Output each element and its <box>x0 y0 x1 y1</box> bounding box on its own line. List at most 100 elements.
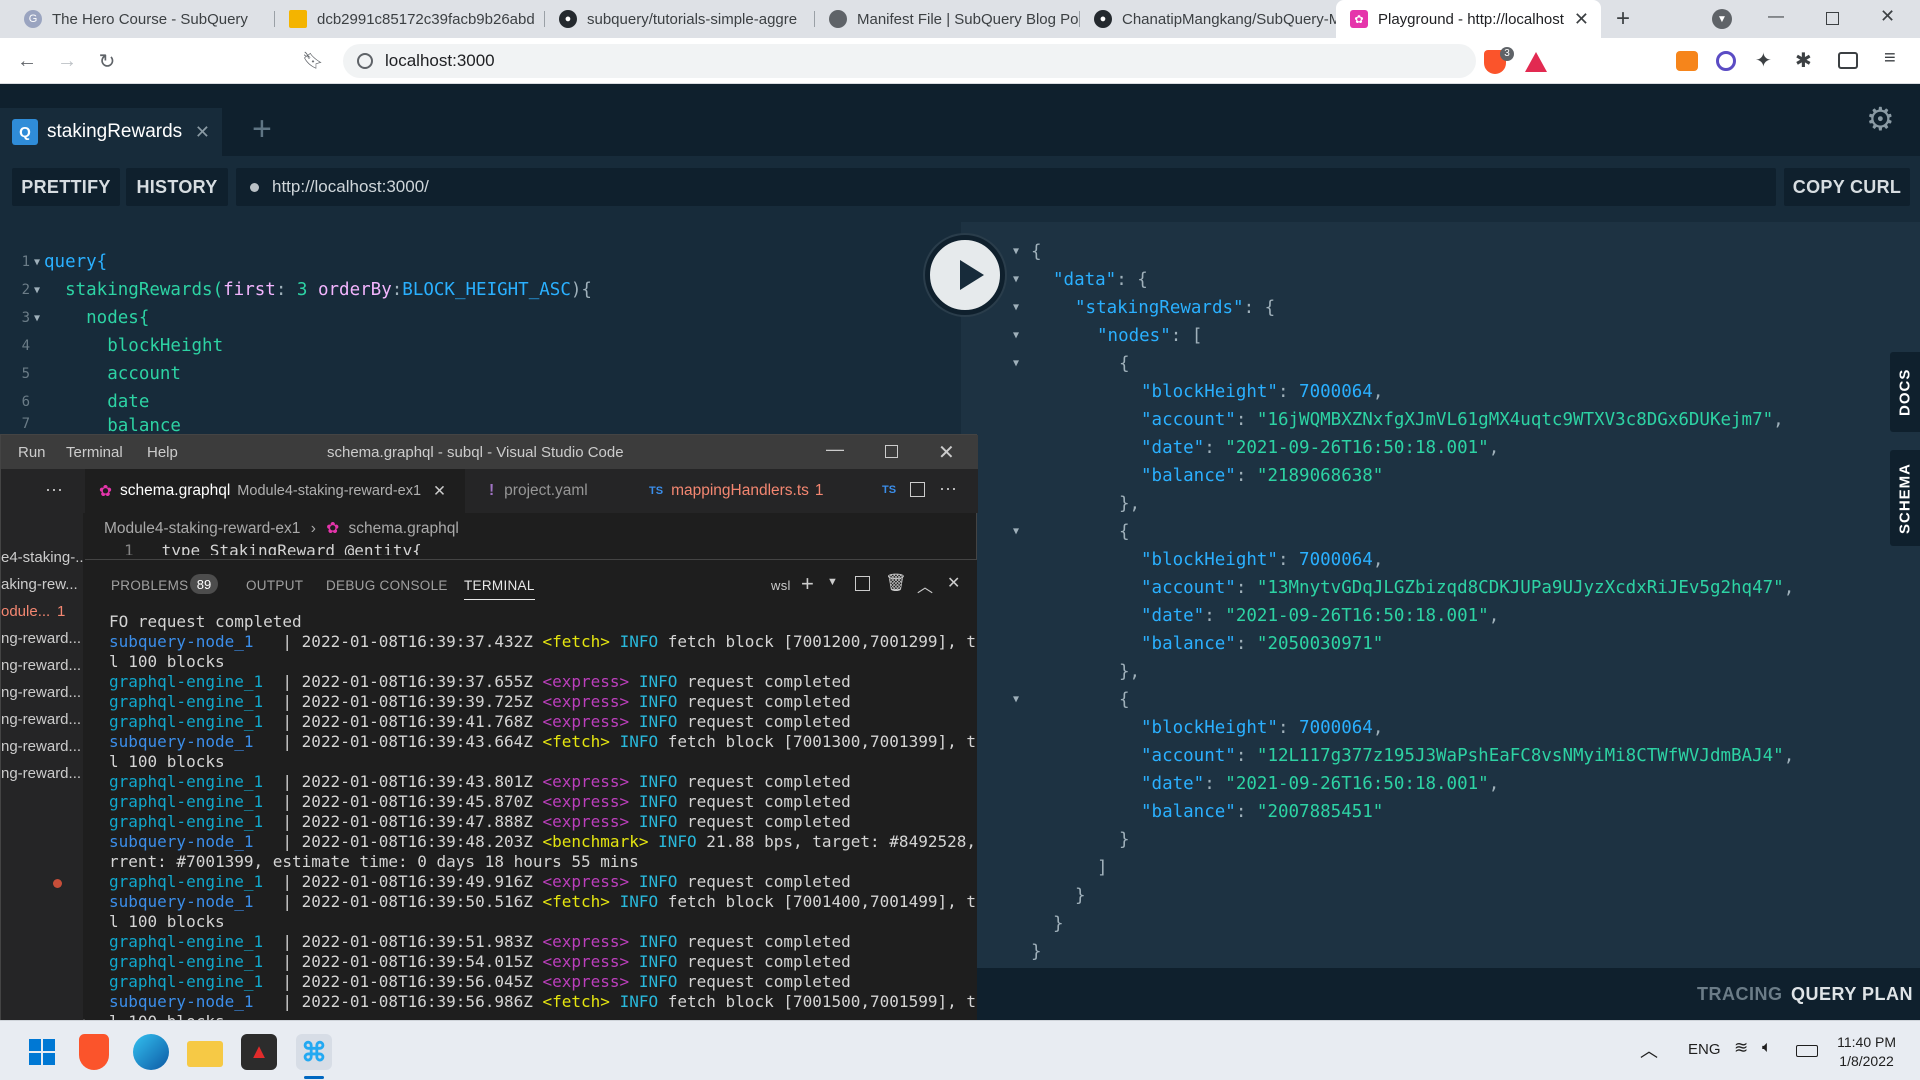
execute-query-button[interactable] <box>925 235 1005 315</box>
minimize-icon[interactable]: — <box>826 439 844 460</box>
close-query-tab-icon[interactable]: ✕ <box>195 122 210 143</box>
browser-tab[interactable]: Manifest File | SubQuery Blog Po <box>815 0 1080 38</box>
browser-tab[interactable]: ● ChanatipMangkang/SubQuery-M <box>1080 0 1345 38</box>
terminal-output[interactable]: FO request completed subquery-node_1 | 20… <box>109 612 977 1020</box>
menu-terminal[interactable]: Terminal <box>66 444 123 461</box>
battery-icon[interactable] <box>1796 1045 1818 1057</box>
more-actions-icon[interactable]: ··· <box>939 478 957 499</box>
browser-tab[interactable]: G The Hero Course - SubQuery <box>10 0 275 38</box>
edge-icon[interactable] <box>133 1034 169 1070</box>
volume-icon[interactable]: 🔈︎ <box>1762 1039 1772 1057</box>
add-tab-icon[interactable]: + <box>252 110 272 149</box>
maximize-icon[interactable] <box>885 445 898 458</box>
fold-arrow-icon[interactable]: ▼ <box>1013 274 1019 285</box>
tab-problems[interactable]: PROBLEMS <box>111 578 188 593</box>
editor-tab-schema[interactable]: ✿ schema.graphql Module4-staking-reward-… <box>85 469 465 513</box>
history-button[interactable]: HISTORY <box>126 168 228 206</box>
fold-arrow-icon[interactable]: ▼ <box>1013 694 1019 705</box>
terminal-shell-select[interactable]: wsl <box>771 578 791 593</box>
browser-tab-title: The Hero Course - SubQuery <box>52 10 248 28</box>
bookmark-icon[interactable]: 🔖︎ <box>300 48 326 74</box>
windows-start-icon[interactable] <box>24 1034 60 1070</box>
fold-arrow-icon[interactable]: ▼ <box>1013 302 1019 313</box>
typescript-icon[interactable]: TS <box>882 484 896 496</box>
close-tab-icon[interactable]: ✕ <box>1574 9 1589 30</box>
extensions-puzzle-icon[interactable]: ✱ <box>1795 48 1812 73</box>
tab-output[interactable]: OUTPUT <box>246 578 303 593</box>
game-app-icon[interactable]: ▲ <box>241 1034 277 1070</box>
query-editor[interactable]: 1 ▼ query{ 2 ▼ stakingRewards(first: 3 orde… <box>0 222 960 432</box>
explorer-item[interactable]: ng-reward... <box>1 684 81 701</box>
close-window-icon[interactable]: ✕ <box>1880 6 1895 27</box>
typescript-icon: TS <box>649 485 664 497</box>
close-tab-icon[interactable]: ✕ <box>433 482 446 501</box>
menu-help[interactable]: Help <box>147 444 178 461</box>
brave-rewards-icon[interactable] <box>1525 52 1547 72</box>
reload-icon[interactable]: ↻ <box>94 48 120 74</box>
query-tab[interactable]: Q stakingRewards ✕ <box>0 108 222 156</box>
terminal-line: l 100 blocks <box>109 752 225 771</box>
explorer-item[interactable]: ng-reward... <box>1 738 81 755</box>
schema-tab[interactable]: SCHEMA <box>1890 450 1920 546</box>
new-terminal-icon[interactable]: + <box>801 571 814 597</box>
tracing-button[interactable]: TRACING <box>1697 984 1783 1005</box>
file-explorer-icon[interactable] <box>187 1041 223 1067</box>
tab-terminal[interactable]: TERMINAL <box>464 578 535 600</box>
query-plan-button[interactable]: QUERY PLAN <box>1791 984 1913 1005</box>
endpoint-input[interactable]: http://localhost:3000/ <box>236 168 1776 206</box>
tab-debug-console[interactable]: DEBUG CONSOLE <box>326 578 448 593</box>
editor-tab-project[interactable]: ! project.yaml <box>475 469 625 513</box>
more-actions-icon[interactable]: ··· <box>45 479 63 500</box>
minimize-icon[interactable]: — <box>1768 8 1784 26</box>
terminal-line: subquery-node_1 | 2022-01-08T16:39:43.66… <box>109 732 977 751</box>
editor-tab-mapping[interactable]: TS mappingHandlers.ts 1 <box>635 469 850 513</box>
explorer-item[interactable]: ng-reward... <box>1 657 81 674</box>
explorer-item[interactable]: ng-reward... <box>1 711 81 728</box>
brave-icon[interactable] <box>79 1034 109 1070</box>
clock[interactable]: 11:40 PM 1/8/2022 <box>1837 1033 1896 1071</box>
vscode-icon[interactable]: ⌘ <box>296 1034 332 1070</box>
menu-icon[interactable]: ≡ <box>1884 47 1896 70</box>
explorer-item[interactable]: aking-rew... <box>1 576 78 593</box>
site-info-icon[interactable] <box>357 53 373 69</box>
trash-icon[interactable]: 🗑︎ <box>885 573 907 593</box>
language-indicator[interactable]: ENG <box>1688 1041 1721 1058</box>
tab-search-icon[interactable]: ▼ <box>1712 9 1732 29</box>
fold-arrow-icon[interactable]: ▼ <box>1013 526 1019 537</box>
restore-icon[interactable] <box>1826 12 1839 25</box>
settings-gear-icon[interactable]: ⚙ <box>1866 100 1895 138</box>
explorer-item[interactable]: odule... <box>1 603 50 620</box>
close-panel-icon[interactable]: ✕ <box>947 573 961 593</box>
fold-arrow-icon[interactable]: ▼ <box>1013 358 1019 369</box>
wifi-icon[interactable]: ≋ <box>1734 1038 1748 1058</box>
show-hidden-icons[interactable]: ︿ <box>1640 1037 1658 1063</box>
terminal-line: graphql-engine_1 | 2022-01-08T16:39:41.7… <box>109 712 851 731</box>
fold-arrow-icon[interactable]: ▼ <box>1013 330 1019 341</box>
menu-run[interactable]: Run <box>18 444 46 461</box>
browser-tab-active[interactable]: ✿ Playground - http://localhost ✕ <box>1336 0 1601 38</box>
extension-icon[interactable] <box>1716 51 1736 71</box>
metamask-icon[interactable] <box>1676 51 1698 71</box>
explorer-item[interactable]: e4-staking-... <box>1 549 83 566</box>
forward-icon[interactable]: → <box>54 48 80 74</box>
split-terminal-icon[interactable] <box>855 576 870 591</box>
back-icon[interactable]: ← <box>14 48 40 74</box>
browser-tab[interactable]: dcb2991c85172c39facb9b26abd <box>275 0 545 38</box>
split-editor-icon[interactable] <box>910 482 925 497</box>
docs-tab[interactable]: DOCS <box>1890 352 1920 432</box>
browser-tab[interactable]: ● subquery/tutorials-simple-aggre <box>545 0 815 38</box>
sparkle-icon[interactable]: ✦ <box>1755 48 1772 73</box>
maximize-panel-icon[interactable]: ︿ <box>917 573 933 597</box>
wallet-icon[interactable] <box>1838 52 1858 69</box>
explorer-item[interactable]: ng-reward... <box>1 630 81 647</box>
close-icon[interactable]: ✕ <box>938 440 955 465</box>
new-tab-icon[interactable]: + <box>1616 5 1630 33</box>
fold-arrow-icon[interactable]: ▼ <box>1013 246 1019 257</box>
explorer-item[interactable]: ng-reward... <box>1 765 81 782</box>
breadcrumb-file[interactable]: schema.graphql <box>349 520 459 537</box>
address-bar[interactable]: localhost:3000 <box>343 44 1476 78</box>
chevron-down-icon[interactable]: ▼ <box>827 576 838 588</box>
breadcrumb-folder[interactable]: Module4-staking-reward-ex1 <box>104 520 300 537</box>
prettify-button[interactable]: PRETTIFY <box>12 168 120 206</box>
copy-curl-button[interactable]: COPY CURL <box>1784 168 1910 206</box>
